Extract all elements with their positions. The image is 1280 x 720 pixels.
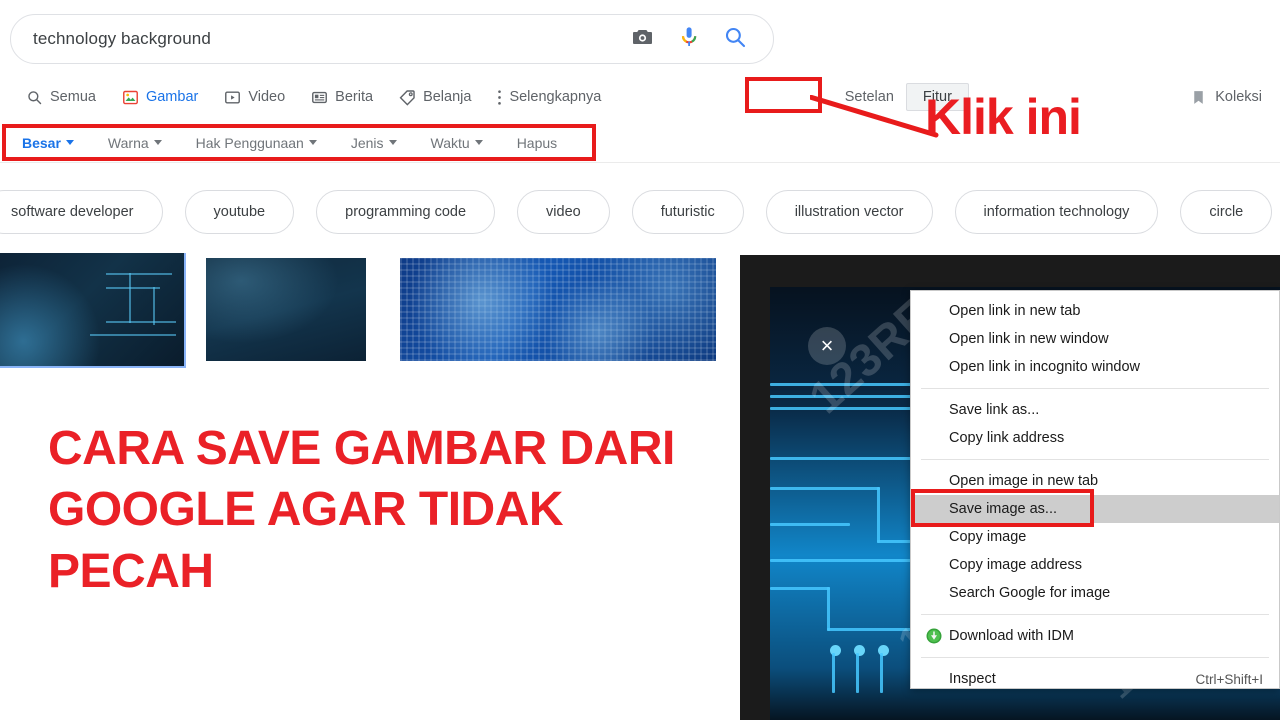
chevron-down-icon <box>65 140 74 145</box>
image-icon <box>123 90 138 104</box>
menu-item-inspect-shortcut: Ctrl+Shift+I <box>1195 671 1263 687</box>
tab-gambar[interactable]: Gambar <box>122 89 198 106</box>
context-menu: Open link in new tab Open link in new wi… <box>910 290 1280 689</box>
image-results-grid <box>0 253 740 369</box>
image-result-thumbnail[interactable] <box>400 258 716 361</box>
filter-hak-penggunaan-label: Hak Penggunaan <box>195 134 304 151</box>
filter-jenis[interactable]: Jenis <box>351 135 397 151</box>
idm-icon <box>926 628 942 644</box>
tab-selengkapnya-label: Selengkapnya <box>509 89 602 105</box>
menu-separator <box>921 614 1269 615</box>
image-filter-bar: Besar Warna Hak Penggunaan Jenis Waktu H… <box>0 123 1280 163</box>
chip-futuristic[interactable]: futuristic <box>631 190 744 234</box>
search-icon <box>28 90 42 104</box>
filter-waktu-label: Waktu <box>430 134 470 151</box>
tab-video[interactable]: Video <box>224 89 285 106</box>
page-root: technology background Semua Gambar Video… <box>0 0 1280 720</box>
related-search-chips: software developer youtube programming c… <box>0 183 1280 241</box>
settings-button[interactable]: Setelan <box>845 89 894 105</box>
tab-belanja-label: Belanja <box>423 89 472 105</box>
filter-besar-label: Besar <box>22 134 61 151</box>
close-icon[interactable]: × <box>808 327 846 365</box>
menu-item-open-image-new-tab[interactable]: Open image in new tab <box>911 467 1279 495</box>
menu-item-open-link-new-window[interactable]: Open link in new window <box>911 325 1279 353</box>
news-icon <box>312 91 328 103</box>
chip-video[interactable]: video <box>517 190 610 234</box>
chip-software-developer[interactable]: software developer <box>0 190 163 234</box>
chip-information-technology[interactable]: information technology <box>954 190 1159 234</box>
search-bar[interactable]: technology background <box>10 14 774 64</box>
filter-hapus[interactable]: Hapus <box>517 135 557 151</box>
menu-item-inspect[interactable]: Inspect Ctrl+Shift+I <box>911 665 1279 693</box>
chevron-down-icon <box>474 140 483 145</box>
tab-semua-label: Semua <box>50 89 96 105</box>
chip-youtube[interactable]: youtube <box>184 190 295 234</box>
thumbnail-image <box>206 258 366 361</box>
tab-semua[interactable]: Semua <box>26 89 96 106</box>
menu-item-copy-link-address[interactable]: Copy link address <box>911 424 1279 452</box>
menu-item-search-google-for-image[interactable]: Search Google for image <box>911 579 1279 607</box>
tag-icon <box>399 89 415 106</box>
filter-hapus-label: Hapus <box>516 134 558 151</box>
collections-label: Koleksi <box>1215 89 1263 105</box>
tab-gambar-label: Gambar <box>145 89 199 105</box>
tab-belanja[interactable]: Belanja <box>399 89 471 106</box>
menu-item-save-image-as[interactable]: Save image as... <box>911 495 1279 523</box>
image-result-thumbnail[interactable] <box>0 253 186 368</box>
filter-hak-penggunaan[interactable]: Hak Penggunaan <box>196 135 317 151</box>
menu-item-save-link-as[interactable]: Save link as... <box>911 396 1279 424</box>
search-bar-icons <box>631 25 773 54</box>
more-vertical-icon <box>498 89 502 105</box>
tab-video-label: Video <box>248 89 286 105</box>
microphone-icon[interactable] <box>677 25 701 54</box>
menu-item-open-link-new-tab[interactable]: Open link in new tab <box>911 297 1279 325</box>
image-result-thumbnail[interactable] <box>206 258 366 361</box>
chip-illustration-vector[interactable]: illustration vector <box>765 190 933 234</box>
menu-separator <box>921 459 1269 460</box>
bookmark-icon <box>1194 90 1204 104</box>
menu-separator <box>921 657 1269 658</box>
collections-button[interactable]: Koleksi <box>1190 89 1262 106</box>
chevron-down-icon <box>308 140 317 145</box>
tab-berita[interactable]: Berita <box>311 89 373 106</box>
chip-programming-code[interactable]: programming code <box>316 190 496 234</box>
menu-item-copy-image-address[interactable]: Copy image address <box>911 551 1279 579</box>
filter-jenis-label: Jenis <box>350 134 384 151</box>
headline-overlay: CARA SAVE GAMBAR DARI GOOGLE AGAR TIDAK … <box>48 422 675 598</box>
filter-waktu[interactable]: Waktu <box>431 135 483 151</box>
thumbnail-image <box>400 258 716 361</box>
video-icon <box>225 90 241 104</box>
chip-circle[interactable]: circle <box>1180 190 1273 234</box>
chevron-down-icon <box>388 140 397 145</box>
chevron-down-icon <box>153 140 162 145</box>
menu-item-download-with-idm[interactable]: Download with IDM <box>911 622 1279 650</box>
search-icon[interactable] <box>723 25 747 54</box>
camera-icon[interactable] <box>631 25 655 54</box>
tab-selengkapnya[interactable]: Selengkapnya <box>497 89 601 106</box>
filter-warna[interactable]: Warna <box>108 135 162 151</box>
filter-besar[interactable]: Besar <box>22 135 74 151</box>
menu-item-inspect-label: Inspect <box>949 671 996 687</box>
menu-item-open-link-incognito[interactable]: Open link in incognito window <box>911 353 1279 381</box>
annotation-callout-klik-ini: Klik ini <box>925 89 1082 145</box>
menu-separator <box>921 388 1269 389</box>
search-input[interactable]: technology background <box>11 29 631 49</box>
thumbnail-image <box>0 253 184 366</box>
tab-berita-label: Berita <box>335 89 374 105</box>
menu-item-copy-image[interactable]: Copy image <box>911 523 1279 551</box>
menu-item-download-with-idm-label: Download with IDM <box>949 628 1074 644</box>
search-nav-tabs: Semua Gambar Video Berita Belanja Seleng… <box>0 78 1280 116</box>
filter-warna-label: Warna <box>107 134 149 151</box>
